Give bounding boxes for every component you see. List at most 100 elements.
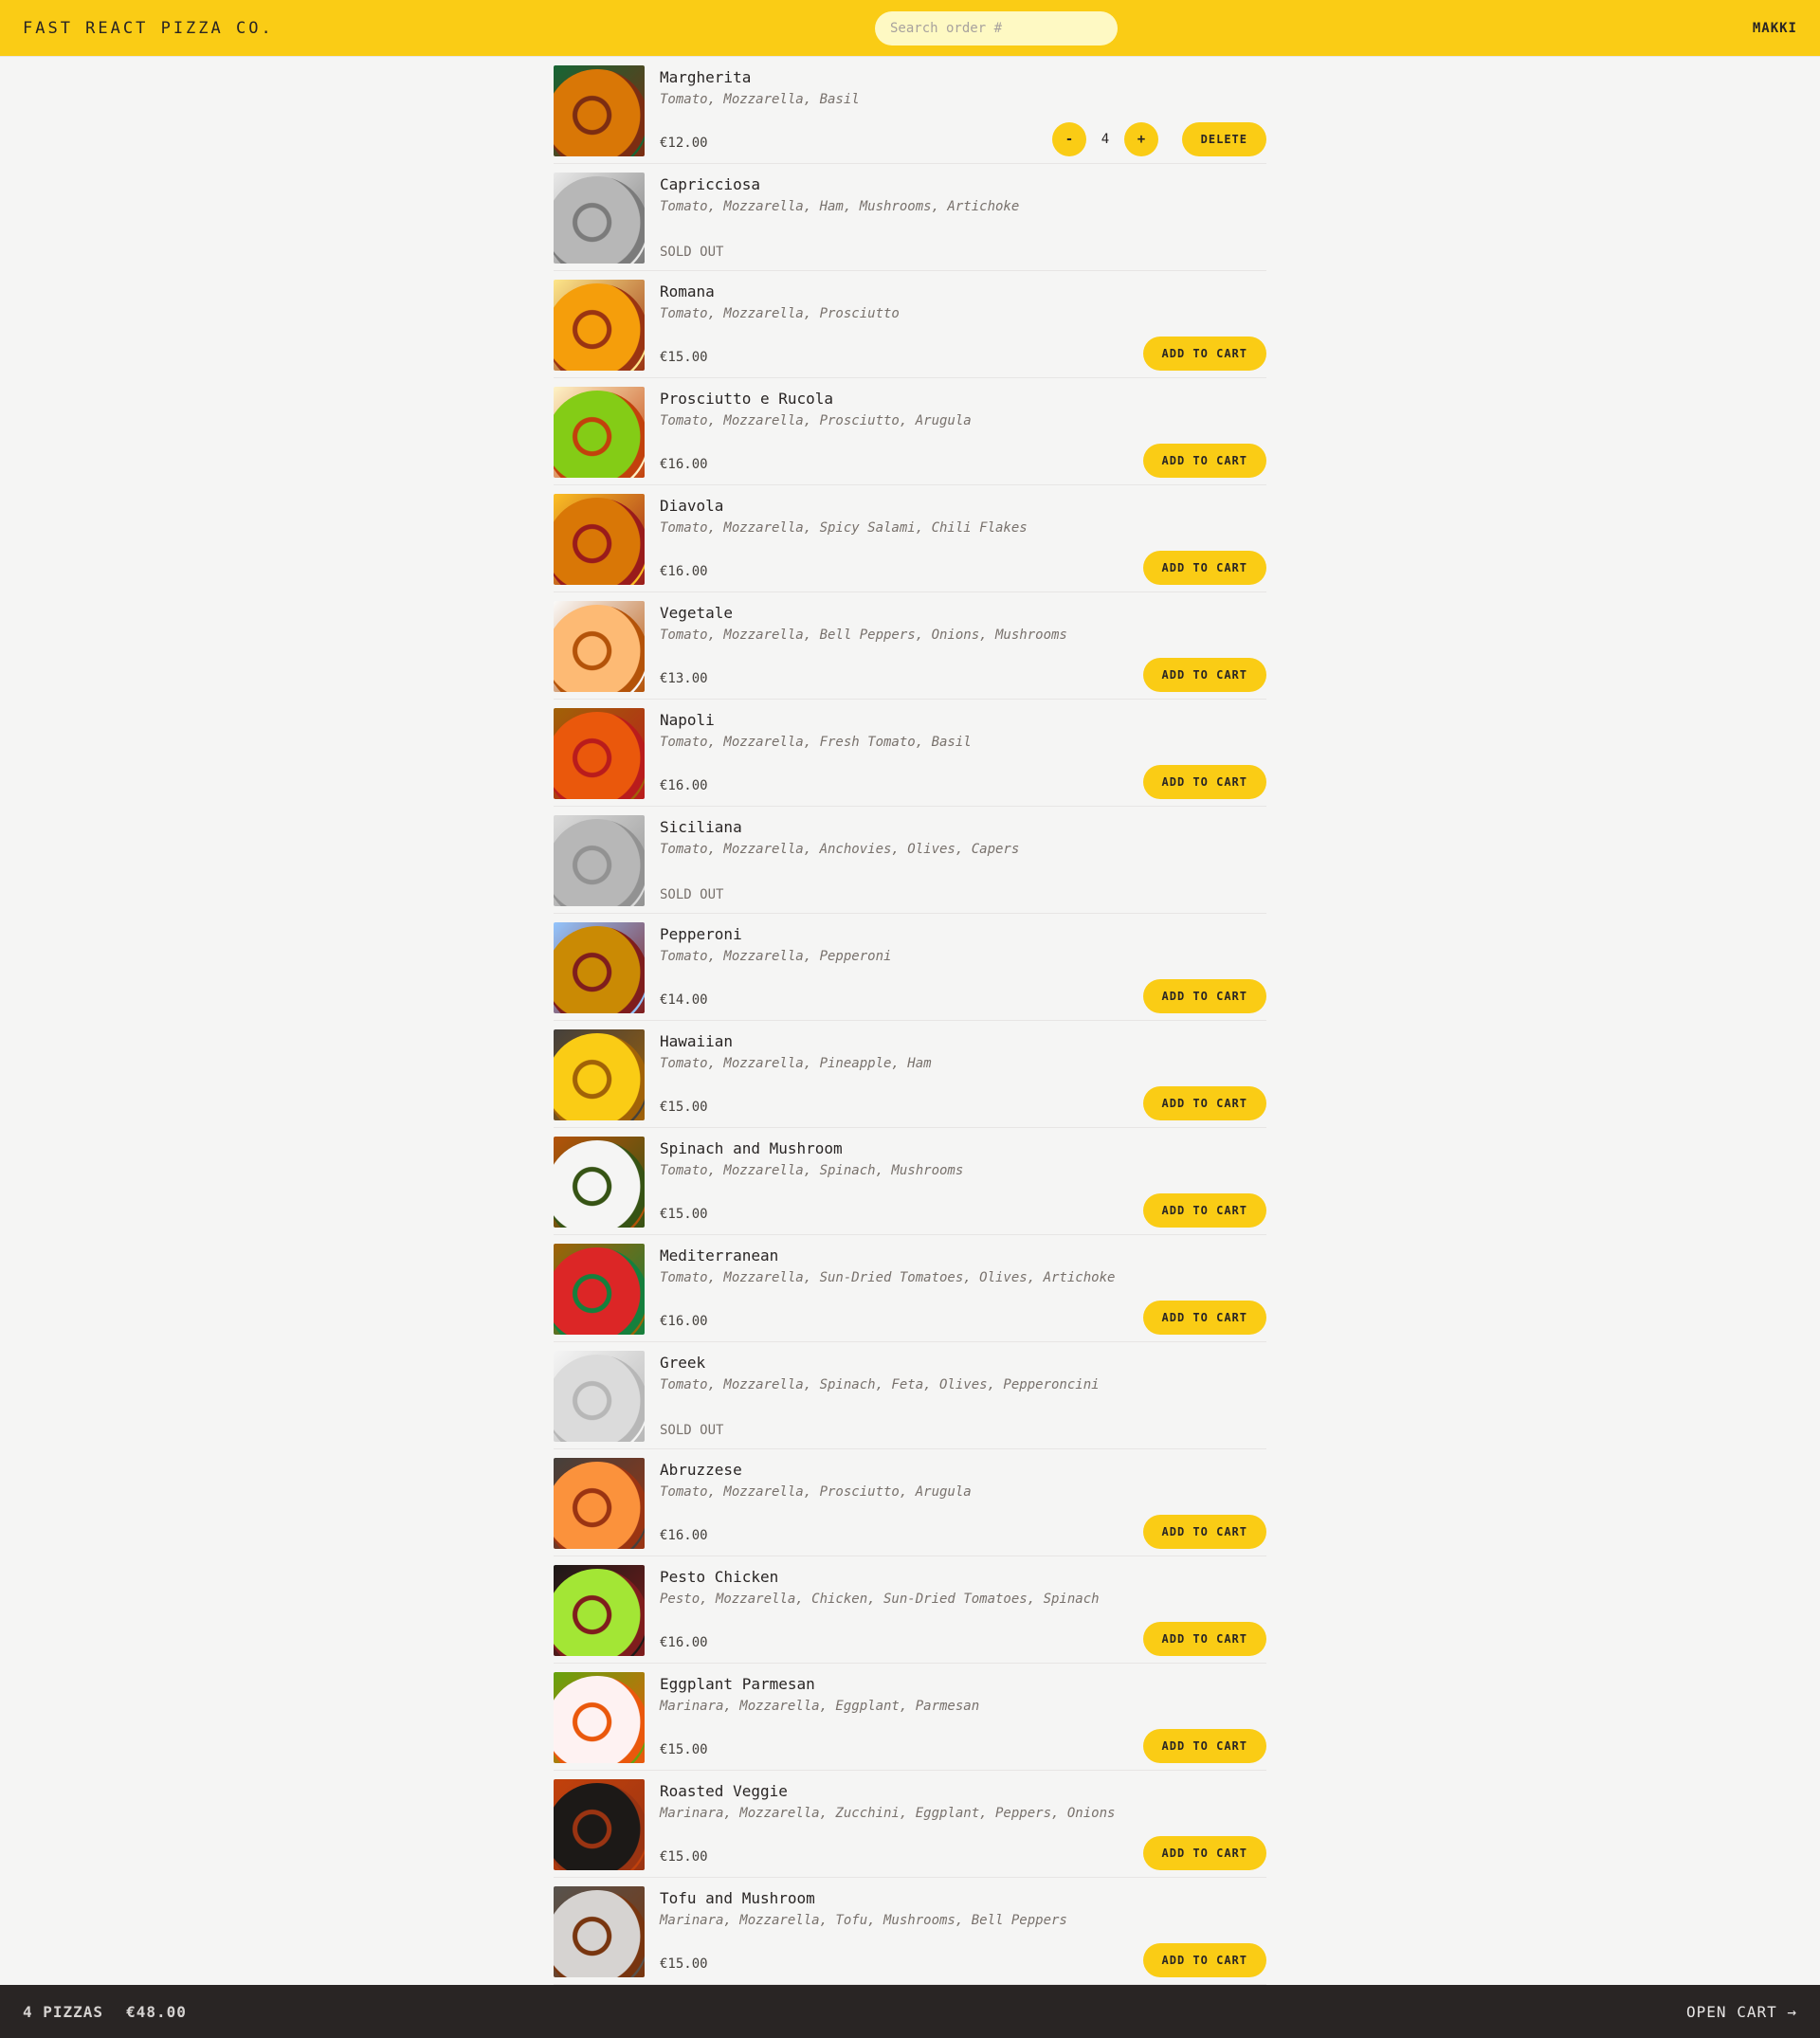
pizza-name: Napoli: [660, 711, 715, 729]
add-to-cart-button[interactable]: Add to cart: [1142, 1622, 1266, 1656]
cart-total-price: €48.00: [126, 2002, 187, 2021]
menu-item: Spinach and Mushroom Tomato, Mozzarella, …: [554, 1128, 1266, 1235]
cart-summary: 4 pizzas €48.00: [23, 2003, 187, 2021]
pizza-menu-list: Margherita Tomato, Mozzarella, Basil €12.0…: [554, 57, 1266, 1985]
pizza-ingredients: Tomato, Mozzarella, Fresh Tomato, Basil: [660, 735, 972, 750]
menu-item: Eggplant Parmesan Marinara, Mozzarella, E…: [554, 1664, 1266, 1771]
sold-out-label: Sold out: [660, 1423, 724, 1438]
pizza-image: [554, 1779, 645, 1870]
pizza-info: Napoli Tomato, Mozzarella, Fresh Tomato, …: [660, 708, 1266, 799]
add-to-cart-button[interactable]: Add to cart: [1142, 1193, 1266, 1228]
pizza-ingredients: Marinara, Mozzarella, Eggplant, Parmesan: [660, 1699, 980, 1714]
add-to-cart-button[interactable]: Add to cart: [1142, 658, 1266, 692]
top-bar: Fast React Pizza Co. makki: [0, 0, 1820, 57]
pizza-shape: [554, 926, 645, 1013]
pizza-shape: [554, 605, 645, 692]
add-to-cart-button[interactable]: Add to cart: [1142, 1943, 1266, 1977]
search-order-input[interactable]: [875, 11, 1118, 45]
pizza-image: [554, 922, 645, 1013]
add-to-cart-button[interactable]: Add to cart: [1142, 1515, 1266, 1549]
pizza-price: €15.00: [660, 1100, 708, 1115]
pizza-info: Siciliana Tomato, Mozzarella, Anchovies, …: [660, 815, 1266, 906]
pizza-price: €13.00: [660, 671, 708, 686]
pizza-shape: [554, 69, 645, 156]
pizza-image: [554, 387, 645, 478]
pizza-info: Spinach and Mushroom Tomato, Mozzarella, …: [660, 1137, 1266, 1228]
pizza-name: Hawaiian: [660, 1032, 734, 1050]
menu-item: Mediterranean Tomato, Mozzarella, Sun-Dri…: [554, 1235, 1266, 1342]
sold-out-label: Sold out: [660, 887, 724, 902]
pizza-price: €15.00: [660, 1207, 708, 1222]
menu-item: Capricciosa Tomato, Mozzarella, Ham, Mush…: [554, 164, 1266, 271]
delete-button[interactable]: Delete: [1181, 122, 1266, 156]
pizza-info: Diavola Tomato, Mozzarella, Spicy Salami,…: [660, 494, 1266, 585]
pizza-name: Pepperoni: [660, 925, 742, 943]
add-to-cart-button[interactable]: Add to cart: [1142, 444, 1266, 478]
pizza-name: Capricciosa: [660, 175, 760, 193]
pizza-image: [554, 601, 645, 692]
pizza-image: [554, 173, 645, 264]
pizza-name: Tofu and Mushroom: [660, 1889, 815, 1907]
pizza-shape: [554, 1033, 645, 1120]
logo[interactable]: Fast React Pizza Co.: [23, 19, 274, 38]
pizza-price: €16.00: [660, 1528, 708, 1543]
menu-item: Siciliana Tomato, Mozzarella, Anchovies, …: [554, 807, 1266, 914]
add-to-cart-button[interactable]: Add to cart: [1142, 979, 1266, 1013]
pizza-name: Roasted Veggie: [660, 1782, 788, 1800]
pizza-shape: [554, 176, 645, 264]
pizza-shape: [554, 1890, 645, 1977]
increase-quantity-button[interactable]: +: [1124, 122, 1158, 156]
pizza-ingredients: Marinara, Mozzarella, Zucchini, Eggplant…: [660, 1806, 1116, 1821]
open-cart-link[interactable]: Open cart →: [1686, 2003, 1797, 2021]
pizza-info: Hawaiian Tomato, Mozzarella, Pineapple, H…: [660, 1029, 1266, 1120]
pizza-price: €16.00: [660, 457, 708, 472]
pizza-info: Romana Tomato, Mozzarella, Prosciutto €15.…: [660, 280, 1266, 371]
pizza-image: [554, 494, 645, 585]
pizza-name: Vegetale: [660, 604, 734, 622]
pizza-info: Roasted Veggie Marinara, Mozzarella, Zucc…: [660, 1779, 1266, 1870]
pizza-image: [554, 280, 645, 371]
pizza-shape: [554, 1355, 645, 1442]
pizza-name: Spinach and Mushroom: [660, 1139, 843, 1157]
pizza-image: [554, 1672, 645, 1763]
pizza-name: Pesto Chicken: [660, 1568, 779, 1586]
add-to-cart-button[interactable]: Add to cart: [1142, 1836, 1266, 1870]
pizza-ingredients: Tomato, Mozzarella, Anchovies, Olives, C…: [660, 842, 1020, 857]
pizza-name: Eggplant Parmesan: [660, 1675, 815, 1693]
pizza-price: €16.00: [660, 1635, 708, 1650]
pizza-ingredients: Pesto, Mozzarella, Chicken, Sun-Dried To…: [660, 1592, 1100, 1607]
pizza-price: €15.00: [660, 1956, 708, 1972]
pizza-info: Abruzzese Tomato, Mozzarella, Prosciutto,…: [660, 1458, 1266, 1549]
pizza-shape: [554, 1462, 645, 1549]
menu-item: Romana Tomato, Mozzarella, Prosciutto €15.…: [554, 271, 1266, 378]
pizza-ingredients: Tomato, Mozzarella, Ham, Mushrooms, Arti…: [660, 199, 1020, 214]
pizza-info: Greek Tomato, Mozzarella, Spinach, Feta, …: [660, 1351, 1266, 1442]
pizza-info: Mediterranean Tomato, Mozzarella, Sun-Dri…: [660, 1244, 1266, 1335]
pizza-ingredients: Tomato, Mozzarella, Bell Peppers, Onions…: [660, 628, 1067, 643]
pizza-shape: [554, 498, 645, 585]
pizza-name: Mediterranean: [660, 1246, 779, 1265]
add-to-cart-button[interactable]: Add to cart: [1142, 337, 1266, 371]
pizza-shape: [554, 819, 645, 906]
add-to-cart-button[interactable]: Add to cart: [1142, 765, 1266, 799]
pizza-info: Pesto Chicken Pesto, Mozzarella, Chicken,…: [660, 1565, 1266, 1656]
pizza-name: Abruzzese: [660, 1461, 742, 1479]
pizza-price: €12.00: [660, 136, 708, 151]
pizza-price: €15.00: [660, 1742, 708, 1757]
pizza-shape: [554, 283, 645, 371]
pizza-name: Siciliana: [660, 818, 742, 836]
pizza-name: Romana: [660, 282, 715, 300]
pizza-ingredients: Tomato, Mozzarella, Spicy Salami, Chili …: [660, 520, 1028, 536]
add-to-cart-button[interactable]: Add to cart: [1142, 1301, 1266, 1335]
decrease-quantity-button[interactable]: -: [1052, 122, 1086, 156]
pizza-image: [554, 815, 645, 906]
add-to-cart-button[interactable]: Add to cart: [1142, 1086, 1266, 1120]
menu-item: Abruzzese Tomato, Mozzarella, Prosciutto,…: [554, 1449, 1266, 1556]
pizza-name: Prosciutto e Rucola: [660, 390, 834, 408]
menu-item: Tofu and Mushroom Marinara, Mozzarella, T…: [554, 1878, 1266, 1985]
pizza-shape: [554, 1140, 645, 1228]
add-to-cart-button[interactable]: Add to cart: [1142, 1729, 1266, 1763]
add-to-cart-button[interactable]: Add to cart: [1142, 551, 1266, 585]
pizza-image: [554, 1244, 645, 1335]
pizza-name: Diavola: [660, 497, 724, 515]
